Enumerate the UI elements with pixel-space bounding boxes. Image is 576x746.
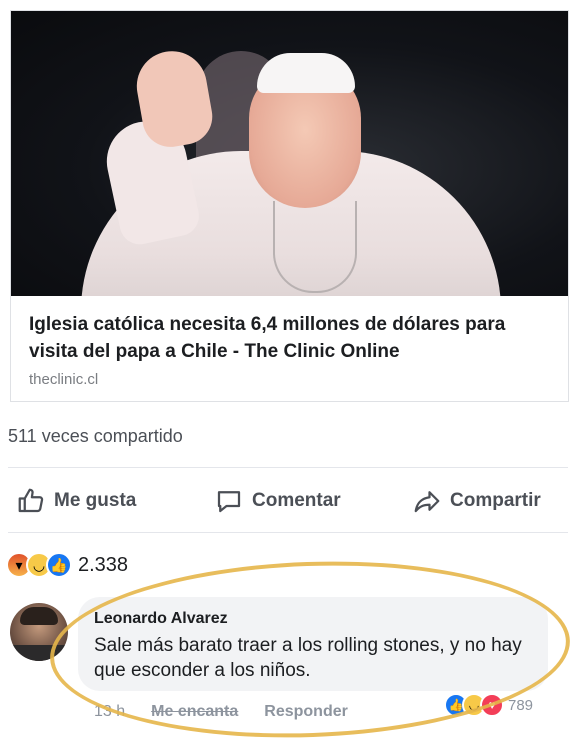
speech-bubble-icon (217, 491, 241, 513)
like-button[interactable]: Me gusta (16, 486, 136, 516)
article-domain: theclinic.cl (29, 371, 99, 388)
comment-reactions[interactable]: 👍 ◡ ♥ 789 (444, 693, 533, 717)
avatar-shirt-shape (10, 645, 68, 661)
comment-bubble: Leonardo Alvarez Sale más barato traer a… (78, 597, 548, 691)
comment-text: Sale más barato traer a los rolling ston… (94, 635, 522, 681)
reaction-count: 2.338 (78, 553, 129, 576)
share-label: Compartir (450, 490, 541, 511)
like-label: Me gusta (54, 490, 137, 511)
comment-meta: 13 h Me encanta Responder (94, 703, 348, 721)
post-actions: Me gusta Comentar Compartir (0, 478, 576, 524)
pectoral-chain-shape (273, 201, 357, 293)
comment-time[interactable]: 13 h (94, 703, 125, 721)
link-preview-card[interactable]: Iglesia católica necesita 6,4 millones d… (10, 10, 569, 402)
article-headline[interactable]: Iglesia católica necesita 6,4 millones d… (29, 311, 559, 365)
share-count[interactable]: 511 veces compartido (8, 426, 183, 447)
link-text[interactable]: Iglesia católica necesita 6,4 millones d… (29, 311, 559, 388)
love-icon: ♥ (480, 693, 504, 717)
avatar-hair-shape (20, 607, 58, 625)
share-button[interactable]: Compartir (412, 486, 541, 516)
share-arrow-icon (414, 491, 440, 513)
avatar[interactable] (10, 603, 68, 661)
love-reaction-link[interactable]: Me encanta (151, 703, 238, 721)
reply-link[interactable]: Responder (264, 703, 348, 721)
comment-label: Comentar (252, 490, 341, 511)
comment-reaction-count: 789 (508, 696, 534, 714)
divider (8, 467, 568, 468)
comment-button[interactable]: Comentar (214, 486, 341, 516)
comment-author[interactable]: Leonardo Alvarez (94, 610, 532, 628)
article-image[interactable] (11, 11, 568, 296)
divider (8, 532, 568, 533)
thumbs-up-icon (18, 488, 44, 513)
like-icon: 👍 (46, 552, 72, 578)
reactions-summary[interactable]: ▾ ◡ 👍 2.338 (6, 552, 128, 578)
zucchetto-shape (257, 53, 355, 93)
